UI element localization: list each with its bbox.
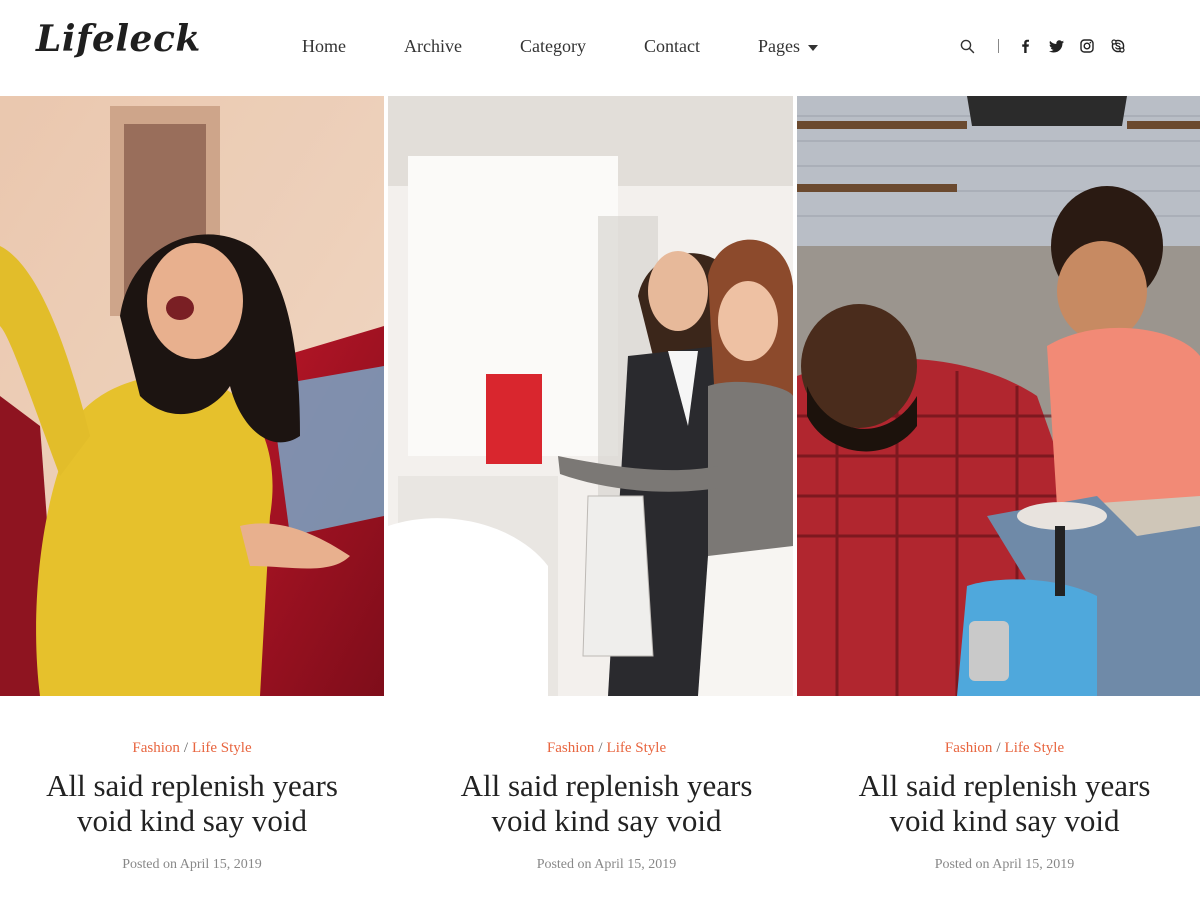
post-title-line: All said replenish years — [46, 768, 338, 803]
post-title-line: All said replenish years — [858, 768, 1151, 803]
header-divider — [998, 39, 999, 53]
post-image-woman-by-car[interactable] — [0, 96, 384, 696]
post-title[interactable]: All said replenish years void kind say v… — [424, 768, 789, 838]
category-link[interactable]: Life Style — [192, 740, 252, 756]
main-nav: Home Archive Category Contact Pages — [302, 36, 818, 57]
post-title[interactable]: All said replenish years void kind say v… — [20, 768, 364, 838]
nav-item-contact[interactable]: Contact — [644, 36, 700, 57]
instagram-icon[interactable] — [1078, 37, 1096, 55]
nav-item-label: Category — [519, 36, 586, 56]
nav-item-label: Pages — [757, 36, 800, 56]
featured-photos — [0, 96, 1200, 696]
nav-item-archive[interactable]: Archive — [404, 36, 462, 57]
category-link[interactable]: Fashion — [132, 740, 180, 756]
chevron-down-icon — [807, 44, 818, 51]
post-title-line: All said replenish years — [460, 768, 753, 803]
category-link[interactable]: Fashion — [945, 740, 993, 756]
site-logo[interactable]: Lifeleck — [36, 18, 201, 60]
site-header: Lifeleck Home Archive Category Contact P… — [0, 0, 1200, 96]
post-date: Posted on April 15, 2019 — [536, 857, 677, 872]
skype-icon[interactable] — [1109, 37, 1127, 55]
facebook-icon[interactable] — [1016, 37, 1034, 55]
post-title-line: void kind say void — [77, 803, 307, 838]
nav-item-home[interactable]: Home — [302, 36, 346, 57]
nav-item-label: Home — [302, 36, 346, 56]
nav-item-label: Archive — [404, 36, 462, 56]
post-cards: Fashion / Life Style All said replenish ye… — [0, 696, 1200, 900]
post-categories: Fashion / Life Style — [809, 740, 1200, 757]
post-date: Posted on April 15, 2019 — [122, 857, 262, 872]
nav-item-label: Contact — [643, 36, 700, 56]
post-title-line: void kind say void — [889, 803, 1120, 838]
category-link[interactable]: Life Style — [1005, 740, 1065, 756]
post-image-father-son[interactable] — [797, 96, 1200, 696]
post-categories: Fashion / Life Style — [404, 740, 809, 757]
category-separator: / — [598, 740, 603, 756]
nav-item-pages[interactable]: Pages — [758, 36, 818, 57]
post-date: Posted on April 15, 2019 — [934, 857, 1075, 872]
post-title[interactable]: All said replenish years void kind say v… — [829, 768, 1180, 838]
nav-item-category[interactable]: Category — [520, 36, 586, 57]
category-separator: / — [996, 740, 1001, 756]
category-link[interactable]: Life Style — [607, 740, 667, 756]
header-tools — [958, 37, 1127, 55]
post-title-line: void kind say void — [491, 803, 722, 838]
search-icon[interactable] — [958, 37, 976, 55]
post-image-couple-showroom[interactable] — [388, 96, 793, 696]
category-separator: / — [183, 740, 189, 756]
post-categories: Fashion / Life Style — [0, 740, 384, 757]
twitter-icon[interactable] — [1047, 37, 1065, 55]
category-link[interactable]: Fashion — [547, 740, 595, 756]
